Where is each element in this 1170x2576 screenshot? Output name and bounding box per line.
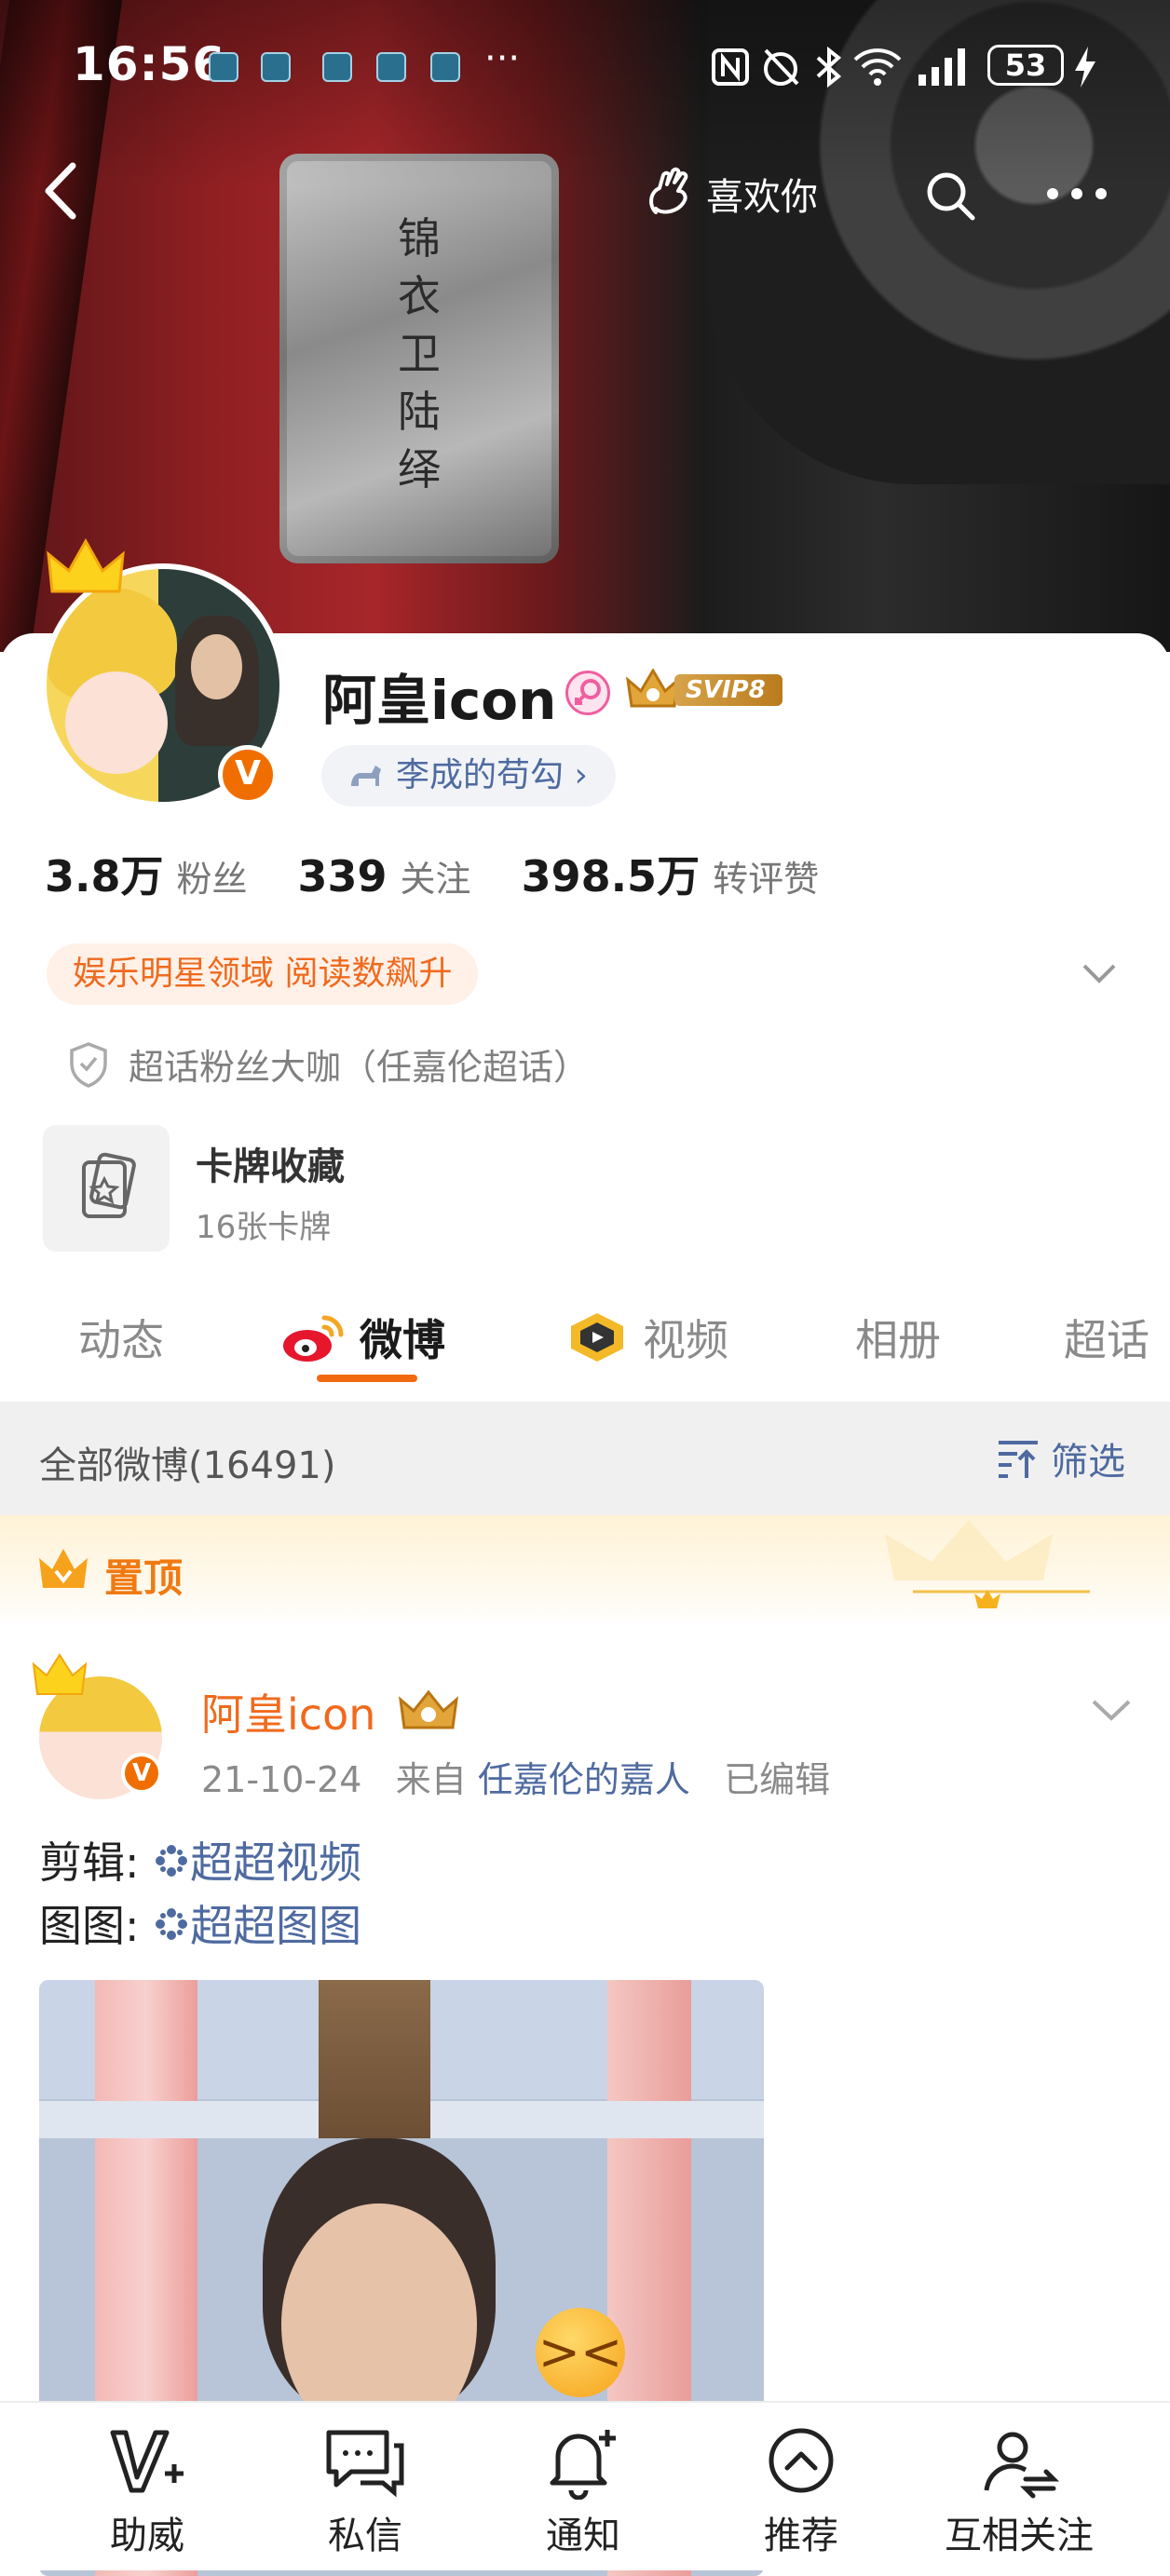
tab-active-indicator [317, 1375, 417, 1382]
filter-bar: 全部微博(16491) 筛选 [0, 1402, 1170, 1515]
bottom-nav-messages[interactable]: 私信 [272, 2425, 458, 2559]
pinned-label: 置顶 [104, 1555, 184, 1601]
hand-heart-icon [649, 167, 688, 214]
profile-tabs: 动态 微博 视频 相册 超话 [0, 1290, 1170, 1392]
message-icon [326, 2430, 404, 2498]
bluetooth-icon [816, 46, 842, 88]
charging-icon [1075, 47, 1095, 88]
fan-group-tag[interactable]: 李成的苟勾 › [321, 745, 616, 807]
following-stat[interactable]: 339 关注 [298, 850, 471, 902]
supertopic-link-video[interactable]: 超超视频 [140, 1837, 361, 1888]
battery-indicator: 53 [987, 45, 1064, 86]
supertopic-icon [156, 1908, 188, 1940]
post-svip-icon [398, 1689, 459, 1729]
tab-supertopic[interactable]: 超话 [1064, 1307, 1150, 1368]
bottom-nav-support[interactable]: 助威 [54, 2425, 240, 2559]
post-text-line-2: 图图: 超超图图 [39, 1901, 362, 1951]
more-icon[interactable] [1041, 183, 1112, 205]
bell-plus-icon [550, 2430, 616, 2500]
card-collection-icon[interactable] [43, 1125, 170, 1252]
bottom-nav-mutual-follow[interactable]: 互相关注 [926, 2425, 1112, 2559]
verified-badge: V [218, 745, 278, 805]
profile-stats: 3.8万 粉丝 339 关注 398.5万 转评赞 [45, 843, 819, 904]
all-weibo-count: 全部微博(16491) [39, 1444, 336, 1487]
bottom-nav-notifications[interactable]: 通知 [490, 2425, 676, 2559]
bottom-nav: 助威 私信 通知 推荐 互相关注 [0, 2401, 1170, 2570]
alarm-off-icon [764, 48, 799, 86]
tab-weibo-label: 微博 [360, 1315, 445, 1365]
post-crown-icon [32, 1653, 88, 1695]
status-time: 16:56 [73, 37, 226, 91]
super-fan-label: 超话粉丝大咖（任嘉伦超话） [129, 1047, 590, 1088]
crown-icon [47, 537, 125, 593]
female-icon [565, 671, 610, 715]
svip-crown-icon [626, 669, 680, 708]
post-from-label: 来自 [395, 1759, 467, 1800]
tab-video-label: 视频 [643, 1315, 728, 1365]
cover-tag-text: 锦衣卫陆绎 [398, 213, 441, 495]
video-icon [571, 1313, 623, 1362]
weibo-icon [283, 1315, 344, 1362]
back-icon[interactable] [37, 158, 84, 224]
post-meta: 21-10-24 来自 任嘉伦的嘉人 已编辑 [201, 1751, 830, 1802]
followers-stat[interactable]: 3.8万 粉丝 [45, 843, 248, 904]
tab-weibo[interactable]: 微博 [279, 1307, 445, 1368]
bottom-nav-recommend[interactable]: 推荐 [708, 2425, 894, 2559]
card-collection-title[interactable]: 卡牌收藏 [196, 1136, 345, 1190]
mutual-follow-icon [984, 2432, 1060, 2499]
filter-button[interactable]: 筛选 [995, 1431, 1125, 1485]
tab-dynamics[interactable]: 动态 [78, 1307, 164, 1368]
svip-badge[interactable]: SVIP8 [626, 669, 782, 713]
pinned-crown-icon [39, 1549, 88, 1588]
recommend-up-icon [769, 2428, 834, 2493]
tab-video[interactable]: 视频 [565, 1307, 728, 1368]
notification-icon [322, 52, 352, 82]
cover-tag: 锦衣卫陆绎 [279, 154, 559, 563]
supertopic-icon [156, 1845, 188, 1877]
notification-icon [430, 52, 460, 82]
post-edited: 已编辑 [724, 1759, 831, 1800]
filter-icon [999, 1441, 1038, 1478]
signal-icon [918, 48, 965, 86]
notification-icon [261, 52, 291, 82]
reposts-comments-likes-stat[interactable]: 398.5万 转评赞 [522, 843, 820, 904]
chevron-down-icon[interactable] [1081, 955, 1118, 992]
like-you-button[interactable]: 喜欢你 [643, 163, 818, 224]
pinned-banner: 置顶 [0, 1515, 1170, 1627]
card-collection-count: 16张卡牌 [196, 1209, 332, 1246]
fan-group-label: 李成的苟勾 › [396, 756, 588, 794]
super-fan-row[interactable]: 超话粉丝大咖（任嘉伦超话） [67, 1038, 589, 1090]
tab-album[interactable]: 相册 [855, 1307, 941, 1368]
nfc-icon [712, 48, 749, 86]
like-you-label: 喜欢你 [706, 176, 818, 219]
persevering-face-emoji: >< [536, 2308, 625, 2397]
crown-decoration-icon [885, 1520, 1090, 1608]
post-menu-chevron-icon[interactable] [1090, 1690, 1133, 1728]
search-icon[interactable] [922, 168, 978, 224]
filter-label: 筛选 [1051, 1441, 1125, 1484]
supertopic-link-images[interactable]: 超超图图 [140, 1901, 361, 1951]
profile-name: 阿皇icon [322, 669, 557, 732]
wifi-icon [853, 48, 902, 86]
post-author-name[interactable]: 阿皇icon [201, 1681, 459, 1742]
post-date: 21-10-24 [201, 1759, 362, 1800]
support-v-icon [110, 2430, 184, 2493]
svip-label: SVIP8 [674, 674, 782, 706]
shield-icon [70, 1041, 107, 1088]
post-source[interactable]: 任嘉伦的嘉人 [478, 1759, 690, 1800]
post-text-line-1: 剪辑: 超超视频 [39, 1837, 362, 1888]
field-badge[interactable]: 娱乐明星领域 阅读数飙升 [47, 943, 479, 1005]
status-bar: 16:56 ··· 53 [0, 37, 1170, 99]
notification-icon [376, 52, 406, 82]
more-notifications-icon: ··· [484, 37, 521, 80]
post-verified-badge: V [121, 1753, 162, 1794]
notification-icon [209, 52, 238, 82]
pet-icon [351, 766, 381, 786]
